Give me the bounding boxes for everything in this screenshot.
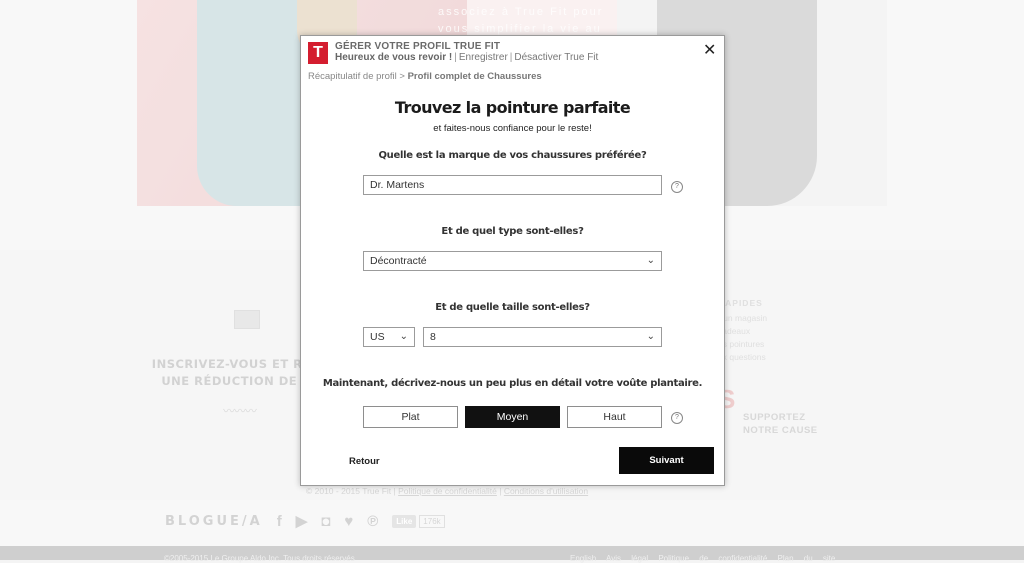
breadcrumb-current: Profil complet de Chaussures — [407, 71, 542, 82]
help-icon[interactable]: ? — [671, 412, 683, 424]
greeting-text: Heureux de vous revoir ! — [335, 52, 453, 63]
arch-question: Maintenant, décrivez-nous un peu plus en… — [322, 378, 703, 389]
close-icon[interactable]: ✕ — [703, 43, 716, 59]
back-button[interactable]: Retour — [349, 456, 380, 467]
chevron-down-icon: ⌄ — [399, 331, 408, 342]
next-button[interactable]: Suivant — [619, 447, 714, 474]
brand-input[interactable]: Dr. Martens — [363, 175, 662, 195]
deactivate-link[interactable]: Désactiver True Fit — [514, 52, 598, 63]
size-question: Et de quelle taille sont-elles? — [435, 302, 590, 313]
size-select[interactable]: 8 ⌄ — [423, 327, 662, 347]
brand-question: Quelle est la marque de vos chaussures p… — [378, 150, 647, 161]
account-links: Heureux de vous revoir ! | Enregistrer | Dés… — [335, 52, 599, 63]
arch-option-flat[interactable]: Plat — [363, 406, 458, 428]
arch-option-medium[interactable]: Moyen — [465, 406, 560, 428]
breadcrumb-summary[interactable]: Récapitulatif de profil — [308, 71, 397, 82]
help-icon[interactable]: ? — [671, 181, 683, 193]
type-question: Et de quel type sont-elles? — [441, 226, 584, 237]
truefit-modal: T GÉRER VOTRE PROFIL TRUE FIT Heureux de… — [300, 35, 725, 486]
modal-title: GÉRER VOTRE PROFIL TRUE FIT — [335, 41, 501, 52]
size-system-select[interactable]: US ⌄ — [363, 327, 415, 347]
breadcrumb: Récapitulatif de profil > Profil complet… — [308, 71, 542, 82]
page-title: Trouvez la pointure parfaite — [394, 98, 631, 117]
chevron-down-icon: ⌄ — [646, 331, 655, 342]
arch-option-high[interactable]: Haut — [567, 406, 662, 428]
page-subtitle: et faites-nous confiance pour le reste! — [433, 123, 592, 134]
type-select[interactable]: Décontracté ⌄ — [363, 251, 662, 271]
truefit-logo: T — [308, 42, 328, 64]
chevron-down-icon: ⌄ — [646, 255, 655, 266]
save-link[interactable]: Enregistrer — [459, 52, 508, 63]
